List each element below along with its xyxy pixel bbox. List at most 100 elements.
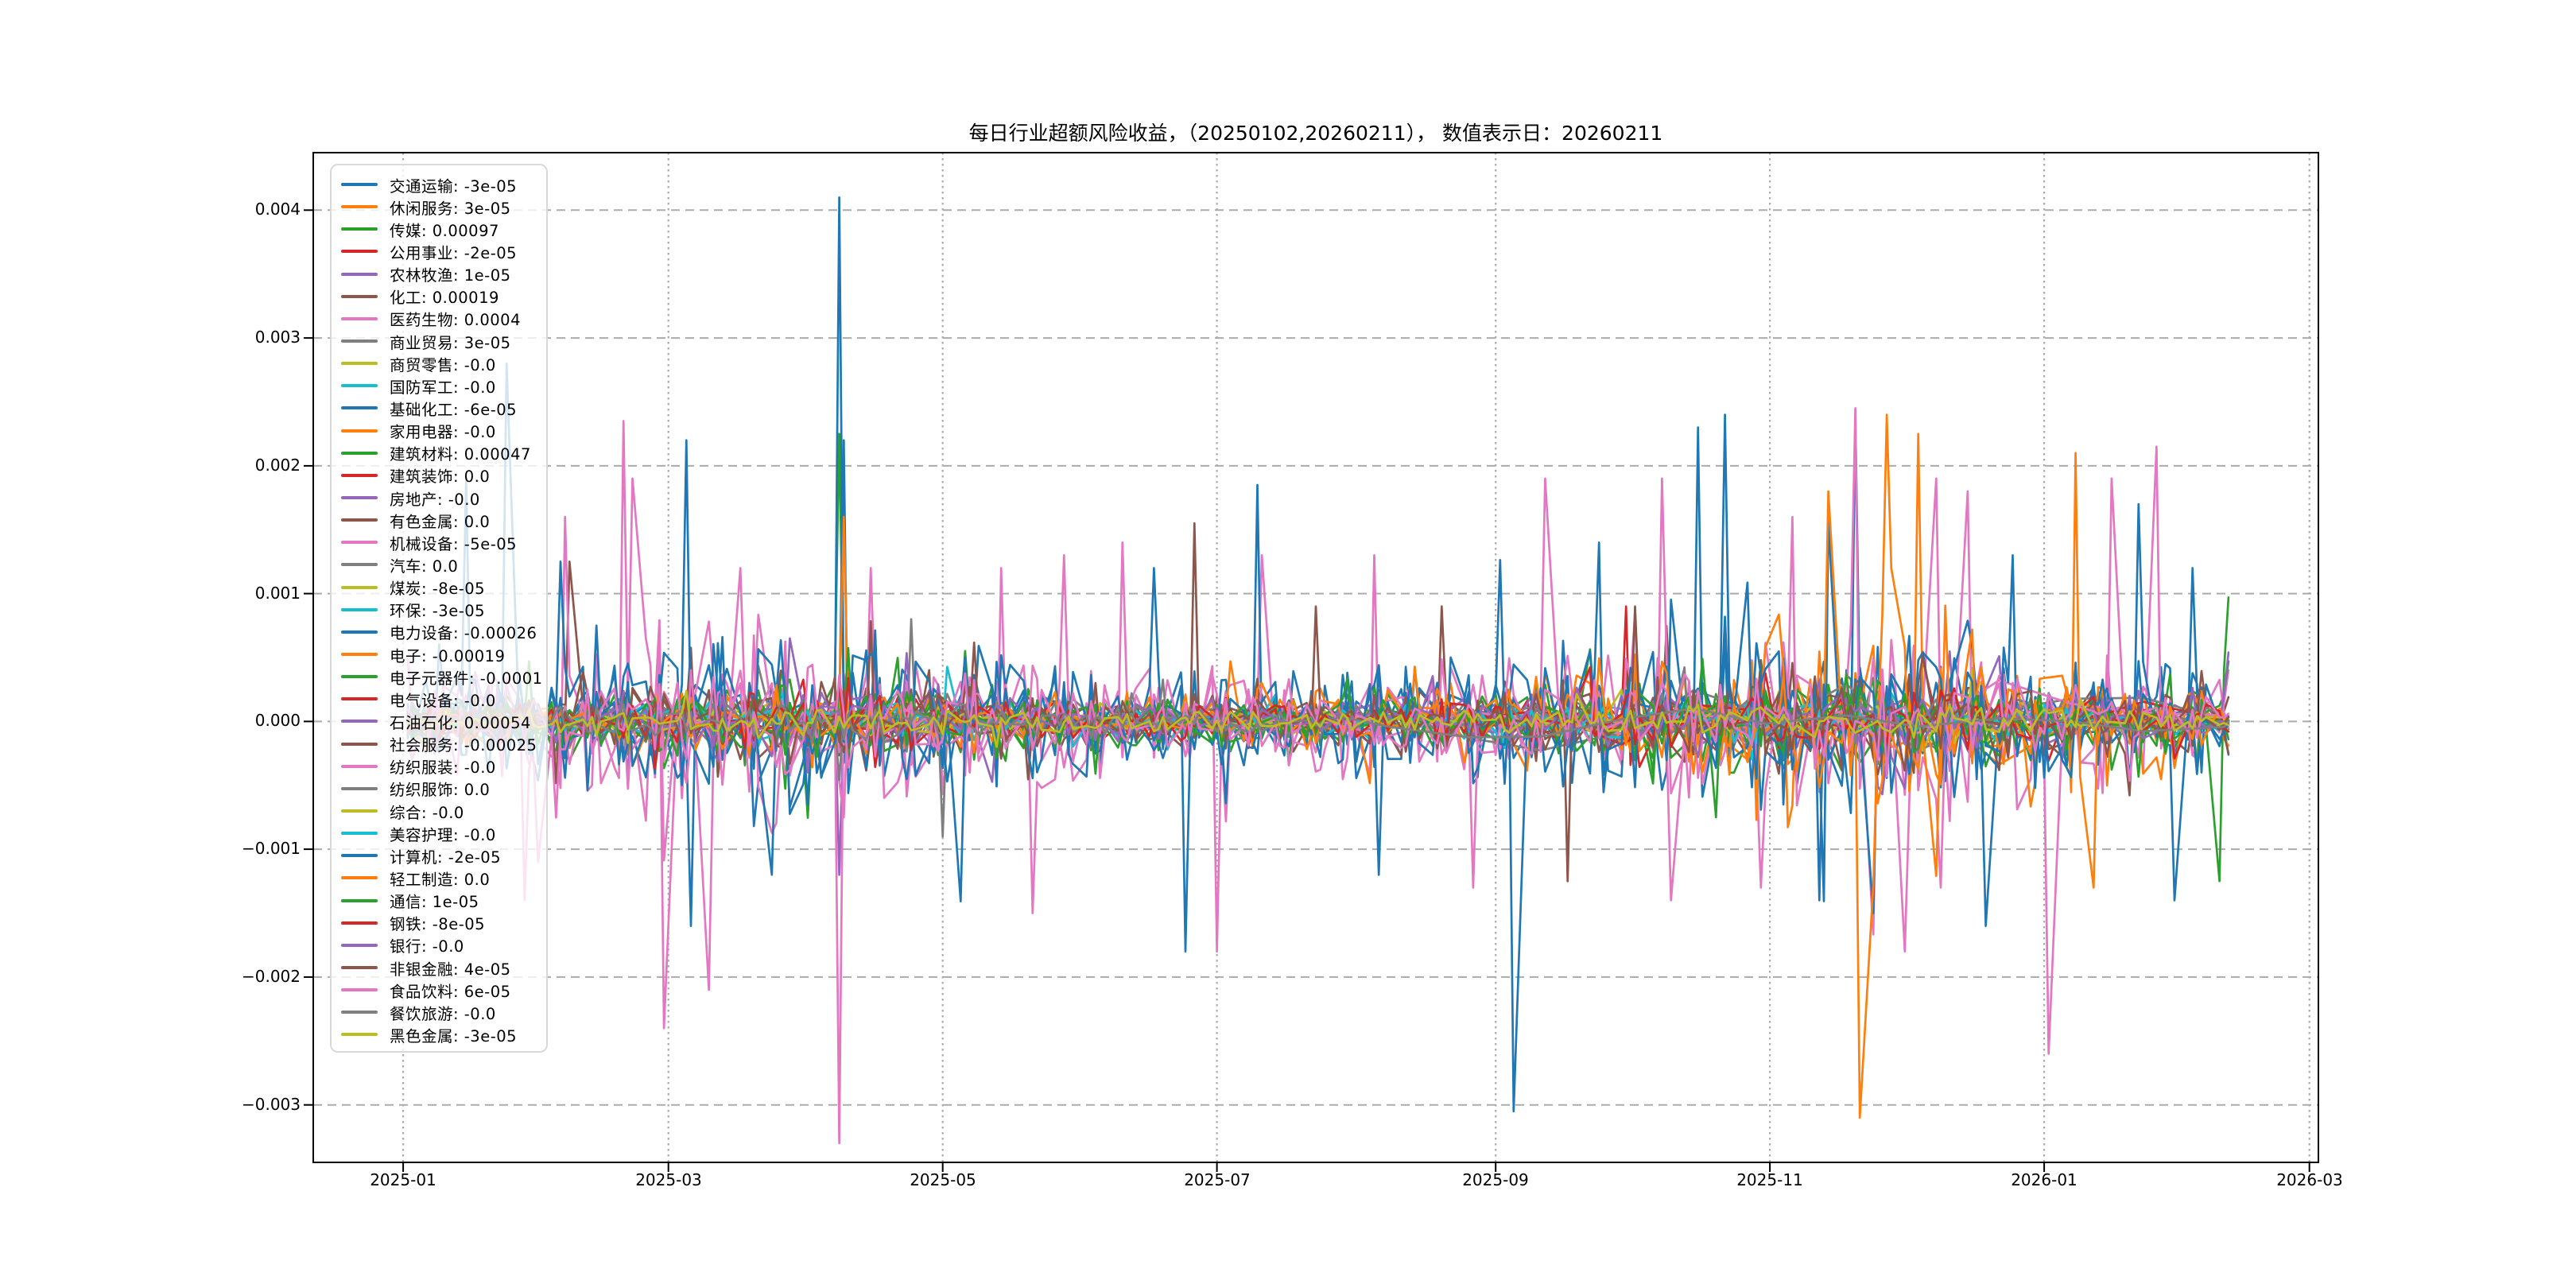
legend-line-swatch (341, 965, 378, 969)
legend-item: 轻工制造: 0.0 (341, 867, 543, 889)
legend-item: 银行: -0.0 (341, 934, 543, 956)
y-tick-label: 0.001 (254, 584, 301, 603)
legend-item-label: 电力设备: -0.00026 (390, 624, 537, 643)
legend-item: 农林牧渔: 1e-05 (341, 263, 543, 285)
legend-item-label: 公用事业: -2e-05 (390, 244, 518, 262)
legend-line-swatch (341, 832, 378, 836)
x-tick-label: 2025-01 (370, 1170, 436, 1189)
legend-item-label: 通信: 1e-05 (390, 893, 479, 912)
legend-line-swatch (341, 876, 378, 880)
legend-item: 国防军工: -0.0 (341, 374, 543, 397)
y-tick-label: −0.003 (241, 1095, 301, 1114)
legend-item: 餐饮旅游: -0.0 (341, 1001, 543, 1023)
legend-line-swatch (341, 429, 378, 433)
legend-item-label: 建筑装饰: 0.0 (390, 467, 491, 487)
series-lines (406, 196, 2230, 1145)
x-tick-label: 2025-09 (1462, 1170, 1529, 1189)
legend-line-swatch (341, 496, 378, 500)
legend-item: 家用电器: -0.0 (341, 420, 543, 442)
legend-line-swatch (341, 854, 378, 858)
legend-item-label: 农林牧渔: 1e-05 (390, 266, 511, 285)
legend-item-label: 综合: -0.0 (390, 803, 464, 822)
legend-line-swatch (341, 272, 378, 276)
legend-line-swatch (341, 406, 378, 410)
legend-line-swatch (341, 518, 378, 522)
legend-item: 石油石化: 0.00054 (341, 710, 543, 732)
x-tick-label: 2025-03 (635, 1170, 702, 1189)
y-tick-label: 0.003 (254, 328, 301, 347)
legend-line-swatch (341, 764, 378, 768)
legend-line-swatch (341, 697, 378, 701)
legend-item-label: 有色金属: 0.0 (390, 512, 491, 531)
legend-item-label: 机械设备: -5e-05 (390, 534, 518, 553)
legend-item-label: 电子: -0.00019 (390, 646, 506, 665)
legend-item-label: 交通运输: -3e-05 (390, 177, 518, 196)
legend-item: 公用事业: -2e-05 (341, 240, 543, 262)
legend-line-swatch (341, 227, 378, 231)
legend-item-label: 轻工制造: 0.0 (390, 870, 491, 889)
y-tick-label: −0.002 (241, 967, 301, 986)
legend-line-swatch (341, 988, 378, 992)
legend-item: 煤炭: -8e-05 (341, 576, 543, 599)
legend-line-swatch (341, 183, 378, 187)
x-tick-label: 2025-11 (1736, 1170, 1803, 1189)
legend-item-label: 钢铁: -8e-05 (390, 915, 486, 934)
legend-line-swatch (341, 205, 378, 209)
legend-line-swatch (341, 316, 378, 320)
x-tick-label: 2025-05 (910, 1170, 976, 1189)
legend-item: 交通运输: -3e-05 (341, 173, 543, 196)
legend-item-label: 计算机: -2e-05 (390, 848, 502, 867)
x-tick-label: 2026-01 (2011, 1170, 2077, 1189)
legend-item-label: 纺织服饰: 0.0 (390, 781, 491, 800)
legend-item-label: 国防军工: -0.0 (390, 378, 496, 397)
legend-item-label: 煤炭: -8e-05 (390, 580, 486, 599)
legend-item-label: 纺织服装: -0.0 (390, 758, 496, 778)
legend-item: 非银金融: 4e-05 (341, 956, 543, 979)
legend-line-swatch (341, 943, 378, 947)
legend-item: 机械设备: -5e-05 (341, 531, 543, 553)
x-tick-label: 2026-03 (2276, 1170, 2343, 1189)
legend-item-label: 商业贸易: 3e-05 (390, 333, 511, 352)
legend-item: 社会服务: -0.00025 (341, 733, 543, 755)
legend-item: 环保: -3e-05 (341, 599, 543, 621)
legend-item: 电气设备: -0.0 (341, 688, 543, 710)
legend-line-swatch (341, 339, 378, 343)
legend-line-swatch (341, 786, 378, 790)
legend-item: 纺织服饰: 0.0 (341, 778, 543, 800)
legend-line-swatch (341, 563, 378, 567)
legend-line-swatch (341, 473, 378, 477)
legend-line-swatch (341, 250, 378, 254)
legend-line-swatch (341, 1033, 378, 1037)
figure: 每日行业超额风险收益，（20250102,20260211）， 数值表示日：20… (0, 0, 2576, 1288)
legend-line-swatch (341, 541, 378, 545)
y-tick-label: −0.001 (241, 839, 301, 858)
gridlines (313, 153, 2318, 1162)
legend-item-label: 化工: 0.00019 (390, 289, 499, 308)
legend-item: 综合: -0.0 (341, 800, 543, 822)
legend-item: 美容护理: -0.0 (341, 822, 543, 844)
legend-line-swatch (341, 898, 378, 902)
legend-item: 商贸零售: -0.0 (341, 352, 543, 374)
y-tick-label: 0.002 (254, 456, 301, 475)
legend-item-label: 基础化工: -6e-05 (390, 400, 518, 419)
legend: 交通运输: -3e-05 休闲服务: 3e-05 传媒: 0.00097 公用事业: … (330, 164, 548, 1053)
legend-item: 电子: -0.00019 (341, 643, 543, 665)
legend-item-label: 黑色金属: -3e-05 (390, 1026, 518, 1046)
legend-item: 有色金属: 0.0 (341, 509, 543, 531)
legend-item-label: 社会服务: -0.00025 (390, 736, 537, 755)
legend-line-swatch (341, 720, 378, 724)
legend-line-swatch (341, 921, 378, 925)
legend-item-label: 银行: -0.0 (390, 937, 464, 956)
legend-item: 房地产: -0.0 (341, 487, 543, 509)
legend-item-label: 美容护理: -0.0 (390, 825, 496, 844)
legend-item-label: 休闲服务: 3e-05 (390, 199, 511, 218)
series-line-计算机 (406, 413, 2230, 1113)
legend-line-swatch (341, 294, 378, 298)
legend-item: 纺织服装: -0.0 (341, 755, 543, 778)
legend-item: 建筑装饰: 0.0 (341, 464, 543, 487)
legend-item-label: 建筑材料: 0.00047 (390, 445, 531, 464)
legend-item: 建筑材料: 0.00047 (341, 442, 543, 464)
legend-item-label: 汽车: 0.0 (390, 557, 459, 576)
legend-item: 钢铁: -8e-05 (341, 912, 543, 934)
legend-item-label: 家用电器: -0.0 (390, 423, 496, 442)
